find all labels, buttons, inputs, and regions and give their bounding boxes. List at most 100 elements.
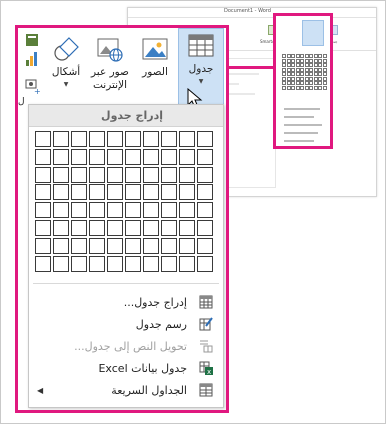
table-grid-cell[interactable] [196,148,214,165]
convert-text-to-table-menu-item[interactable]: تحويل النص إلى جدول... [29,335,223,357]
table-grid-cell[interactable] [178,166,196,183]
table-grid-cell[interactable] [35,202,52,219]
table-grid-cell[interactable] [106,184,124,201]
table-grid-cell[interactable] [142,255,160,272]
table-grid-cell[interactable] [160,202,178,219]
table-grid-cell[interactable] [178,131,196,147]
table-grid-cell[interactable] [124,255,142,272]
table-grid-cell[interactable] [70,219,88,236]
table-grid-cell[interactable] [52,219,70,236]
table-grid-cell[interactable] [178,219,196,236]
mini-grid-cell [291,81,295,85]
table-grid-cell[interactable] [88,184,106,201]
excel-spreadsheet-menu-item[interactable]: x جدول بيانات Excel [29,357,223,379]
table-grid-cell[interactable] [196,131,214,147]
table-grid-cell[interactable] [35,237,52,254]
table-grid-cell[interactable] [124,219,142,236]
table-grid-cell[interactable] [196,166,214,183]
table-grid-cell[interactable] [142,166,160,183]
table-grid-cell[interactable] [88,148,106,165]
insert-table-menu-item[interactable]: إدراج جدول... [29,291,223,313]
table-grid-cell[interactable] [52,184,70,201]
quick-tables-icon [199,383,213,397]
table-grid-cell[interactable] [88,237,106,254]
table-grid-cell[interactable] [88,202,106,219]
table-grid-cell[interactable] [106,131,124,147]
table-grid-cell[interactable] [196,219,214,236]
table-grid-cell[interactable] [142,184,160,201]
table-grid-cell[interactable] [35,148,52,165]
table-size-grid[interactable] [35,131,214,272]
table-grid-cell[interactable] [142,219,160,236]
table-grid-cell[interactable] [106,255,124,272]
table-grid-cell[interactable] [160,148,178,165]
table-grid-cell[interactable] [52,131,70,147]
pictures-button[interactable]: الصور [136,32,174,112]
mini-grid-cell [318,76,322,81]
quick-tables-menu-item[interactable]: ◀ الجداول السريعة [29,379,223,401]
table-grid-cell[interactable] [124,148,142,165]
table-grid-cell[interactable] [88,219,106,236]
table-grid-cell[interactable] [106,219,124,236]
table-grid-cell[interactable] [160,237,178,254]
table-grid-cell[interactable] [142,202,160,219]
table-grid-cell[interactable] [70,131,88,147]
table-grid-cell[interactable] [142,148,160,165]
table-grid-cell[interactable] [70,166,88,183]
draw-table-menu-item[interactable]: رسم جدول [29,313,223,335]
quick-tables-label: الجداول السريعة [111,383,187,397]
shapes-icon [53,36,79,62]
table-grid-cell[interactable] [70,184,88,201]
online-pictures-button[interactable]: صور عبر الإنترنت [88,32,132,112]
table-grid-cell[interactable] [124,166,142,183]
table-grid-cell[interactable] [88,166,106,183]
shapes-button[interactable]: أشكال ▼ [46,32,86,112]
table-grid-cell[interactable] [70,237,88,254]
table-grid-cell[interactable] [70,202,88,219]
table-grid-cell[interactable] [106,237,124,254]
table-grid-cell[interactable] [196,202,214,219]
table-grid-cell[interactable] [160,166,178,183]
table-grid-cell[interactable] [178,148,196,165]
table-grid-cell[interactable] [160,219,178,236]
table-grid-cell[interactable] [160,255,178,272]
table-grid-cell[interactable] [178,255,196,272]
table-grid-cell[interactable] [124,131,142,147]
table-grid-cell[interactable] [178,184,196,201]
table-grid-cell[interactable] [52,166,70,183]
table-grid-cell[interactable] [160,184,178,201]
table-grid-cell[interactable] [106,148,124,165]
table-grid-cell[interactable] [88,255,106,272]
table-grid-cell[interactable] [142,131,160,147]
partial-ribbon-buttons[interactable]: + ل [18,32,41,112]
table-grid-cell[interactable] [196,184,214,201]
table-grid-cell[interactable] [124,202,142,219]
table-grid-cell[interactable] [35,131,52,147]
table-grid-cell[interactable] [52,255,70,272]
mini-grid-cell [291,72,295,76]
table-grid-cell[interactable] [124,184,142,201]
table-grid-cell[interactable] [52,237,70,254]
mini-grid-cell [313,85,318,90]
table-grid-cell[interactable] [70,255,88,272]
table-grid-cell[interactable] [160,131,178,147]
table-grid-cell[interactable] [106,166,124,183]
table-grid-cell[interactable] [196,255,214,272]
table-grid-cell[interactable] [35,255,52,272]
table-grid-cell[interactable] [88,131,106,147]
mini-grid-cell [322,67,327,72]
mini-grid-cell [291,85,295,90]
table-grid-cell[interactable] [142,237,160,254]
table-grid-cell[interactable] [124,237,142,254]
table-grid-cell[interactable] [178,237,196,254]
table-grid-cell[interactable] [70,148,88,165]
table-grid-cell[interactable] [196,237,214,254]
table-grid-cell[interactable] [178,202,196,219]
table-grid-cell[interactable] [35,184,52,201]
table-grid-cell[interactable] [52,202,70,219]
table-grid-cell[interactable] [35,166,52,183]
table-grid-cell[interactable] [52,148,70,165]
mini-grid-cell [295,54,300,58]
table-grid-cell[interactable] [35,219,52,236]
table-grid-cell[interactable] [106,202,124,219]
